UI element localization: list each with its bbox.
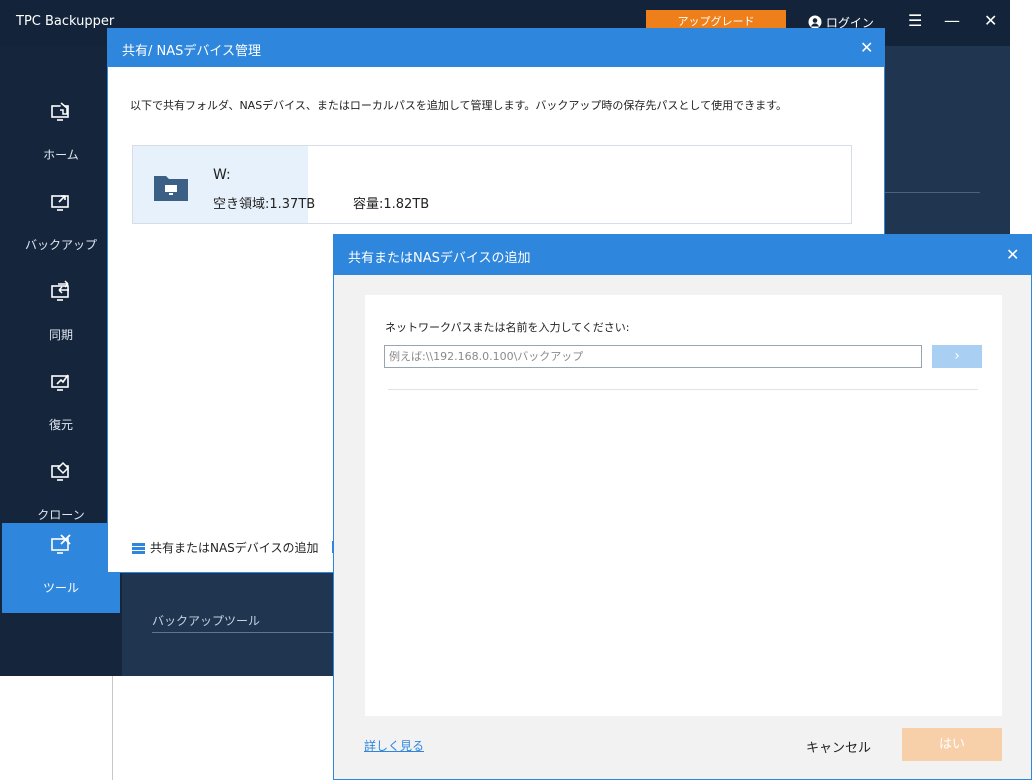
sidebar-item-backup[interactable]: バックアップ bbox=[2, 180, 120, 270]
backup-tools-heading: バックアップツール bbox=[152, 614, 261, 628]
sidebar-item-label: 同期 bbox=[48, 328, 73, 342]
sidebar-item-tools[interactable]: ツール bbox=[2, 523, 120, 613]
dialog-title: 共有またはNASデバイスの追加 bbox=[348, 251, 531, 266]
network-path-input[interactable] bbox=[384, 345, 922, 368]
minimize-icon[interactable]: — bbox=[944, 12, 960, 30]
dialog-title: 共有/ NASデバイス管理 bbox=[122, 44, 261, 59]
network-folder-icon bbox=[154, 176, 188, 201]
restore-icon bbox=[51, 374, 69, 391]
clone-icon bbox=[51, 461, 70, 481]
dialog-header: 共有/ NASデバイス管理 ✕ bbox=[108, 29, 884, 67]
ok-label: はい bbox=[938, 737, 965, 752]
sidebar-item-label: ツール bbox=[42, 581, 79, 595]
divider bbox=[388, 389, 978, 390]
sync-icon bbox=[51, 280, 69, 301]
divider bbox=[112, 676, 113, 780]
sidebar-item-home[interactable]: ホーム bbox=[2, 90, 120, 180]
sidebar-item-label: バックアップ bbox=[24, 238, 97, 252]
dialog-description: 以下で共有フォルダ、NASデバイス、またはローカルパスを追加して管理します。バッ… bbox=[130, 99, 787, 112]
menu-icon[interactable]: ☰ bbox=[908, 12, 922, 30]
sidebar-item-label: ホーム bbox=[43, 148, 79, 162]
path-prompt: ネットワークパスまたは名前を入力してください: bbox=[385, 321, 630, 334]
sidebar: ホーム バックアップ 同期 復元 クローン ツール bbox=[0, 46, 122, 676]
backup-icon bbox=[51, 195, 69, 211]
add-nas-link[interactable]: 共有またはNASデバイスの追加 bbox=[132, 539, 318, 556]
learn-more-link[interactable]: 詳しく見る bbox=[364, 737, 424, 754]
sidebar-item-sync[interactable]: 同期 bbox=[2, 270, 120, 360]
list-icon bbox=[132, 543, 145, 554]
sidebar-item-restore[interactable]: 復元 bbox=[2, 360, 120, 450]
close-icon[interactable]: ✕ bbox=[984, 12, 997, 30]
divider bbox=[152, 632, 336, 633]
add-nas-dialog: 共有またはNASデバイスの追加 ✕ ネットワークパスまたは名前を入力してください… bbox=[333, 234, 1032, 780]
home-icon bbox=[51, 102, 69, 121]
sidebar-item-label: クローン bbox=[37, 508, 85, 522]
tools-icon bbox=[51, 534, 71, 554]
sidebar-item-label: 復元 bbox=[48, 418, 73, 432]
user-icon bbox=[808, 15, 822, 29]
drive-name: W: bbox=[213, 167, 231, 183]
cancel-button[interactable]: キャンセル bbox=[806, 737, 871, 756]
go-button[interactable]: › bbox=[932, 345, 982, 368]
dialog-header: 共有またはNASデバイスの追加 ✕ bbox=[334, 235, 1031, 275]
add-nas-label: 共有またはNASデバイスの追加 bbox=[150, 541, 319, 555]
ok-button[interactable]: はい bbox=[902, 728, 1002, 761]
upgrade-label: アップグレード bbox=[677, 15, 755, 28]
input-panel: ネットワークパスまたは名前を入力してください: › bbox=[365, 295, 1002, 716]
app-title: TPC Backupper bbox=[16, 14, 115, 29]
drive-free-space: 空き領域:1.37TB bbox=[213, 197, 316, 212]
drive-capacity: 容量:1.82TB bbox=[353, 197, 430, 212]
close-icon[interactable]: ✕ bbox=[1006, 245, 1019, 264]
close-icon[interactable]: ✕ bbox=[860, 38, 873, 57]
chevron-right-icon: › bbox=[954, 348, 960, 364]
drive-card[interactable]: W: 空き領域:1.37TB 容量:1.82TB bbox=[132, 145, 852, 224]
